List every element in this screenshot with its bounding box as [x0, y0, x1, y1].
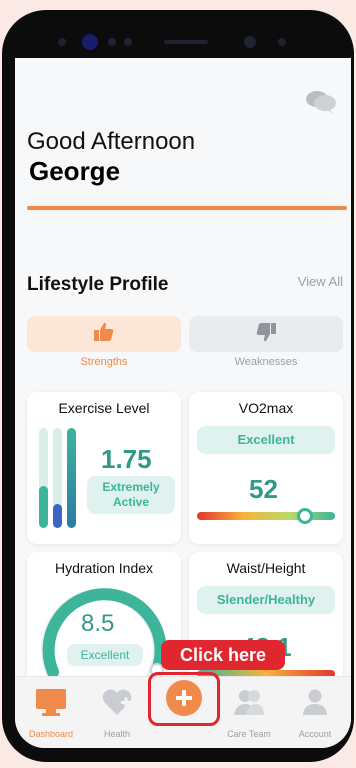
monitor-icon — [34, 689, 68, 721]
vo2-slider-handle — [297, 508, 313, 524]
user-name: George — [29, 156, 121, 186]
card-title: Waist/Height — [226, 560, 306, 576]
card-exercise-level[interactable]: Exercise Level 1.75 Extremely Active — [27, 392, 181, 544]
card-hydration[interactable]: Hydration Index 8.5 Excellent — [27, 552, 181, 692]
waist-status: Slender/Healthy — [197, 586, 335, 614]
hydration-value: 8.5 — [81, 610, 115, 637]
card-title: VO2max — [238, 400, 294, 416]
vo2-status: Excellent — [197, 426, 335, 454]
card-waist-height[interactable]: Waist/Height Slender/Healthy 43.1 — [189, 552, 343, 692]
thumbs-down-icon — [255, 322, 277, 347]
group-icon — [232, 690, 266, 721]
card-vo2max[interactable]: VO2max Excellent 52 — [189, 392, 343, 544]
hydration-status: Excellent — [67, 644, 143, 666]
card-title: Hydration Index — [54, 560, 154, 576]
camera-icon — [82, 34, 98, 50]
nav-care-team[interactable]: Care Team — [219, 687, 279, 739]
card-title: Exercise Level — [58, 400, 150, 416]
exercise-bar-3 — [67, 428, 76, 528]
exercise-bar-2 — [53, 428, 62, 528]
speaker-grille — [164, 40, 208, 44]
tab-strengths-label: Strengths — [80, 356, 128, 368]
tab-strengths[interactable] — [27, 316, 181, 352]
section-title: Lifestyle Profile — [27, 274, 169, 295]
exercise-bar-1 — [39, 428, 48, 528]
click-here-callout: Click here — [161, 640, 285, 670]
greeting-text: Good Afternoon — [27, 128, 196, 155]
thumbs-up-icon — [93, 322, 115, 347]
exercise-status: Extremely Active — [87, 476, 175, 514]
vo2-gradient-bar — [197, 512, 335, 520]
view-all-link[interactable]: View All — [298, 274, 343, 289]
nav-dashboard[interactable]: Dashboard — [21, 687, 81, 739]
highlight-box — [148, 672, 220, 726]
chat-bubbles-icon[interactable] — [305, 88, 337, 114]
vo2-value: 52 — [249, 474, 278, 504]
nav-account[interactable]: Account — [285, 687, 345, 739]
tab-weaknesses-label: Weaknesses — [234, 356, 298, 368]
person-icon — [300, 689, 330, 721]
header-divider — [27, 206, 347, 210]
tab-weaknesses[interactable] — [189, 316, 343, 352]
nav-health[interactable]: Health — [87, 687, 147, 739]
heart-plus-icon — [101, 689, 133, 721]
exercise-value: 1.75 — [101, 444, 152, 474]
